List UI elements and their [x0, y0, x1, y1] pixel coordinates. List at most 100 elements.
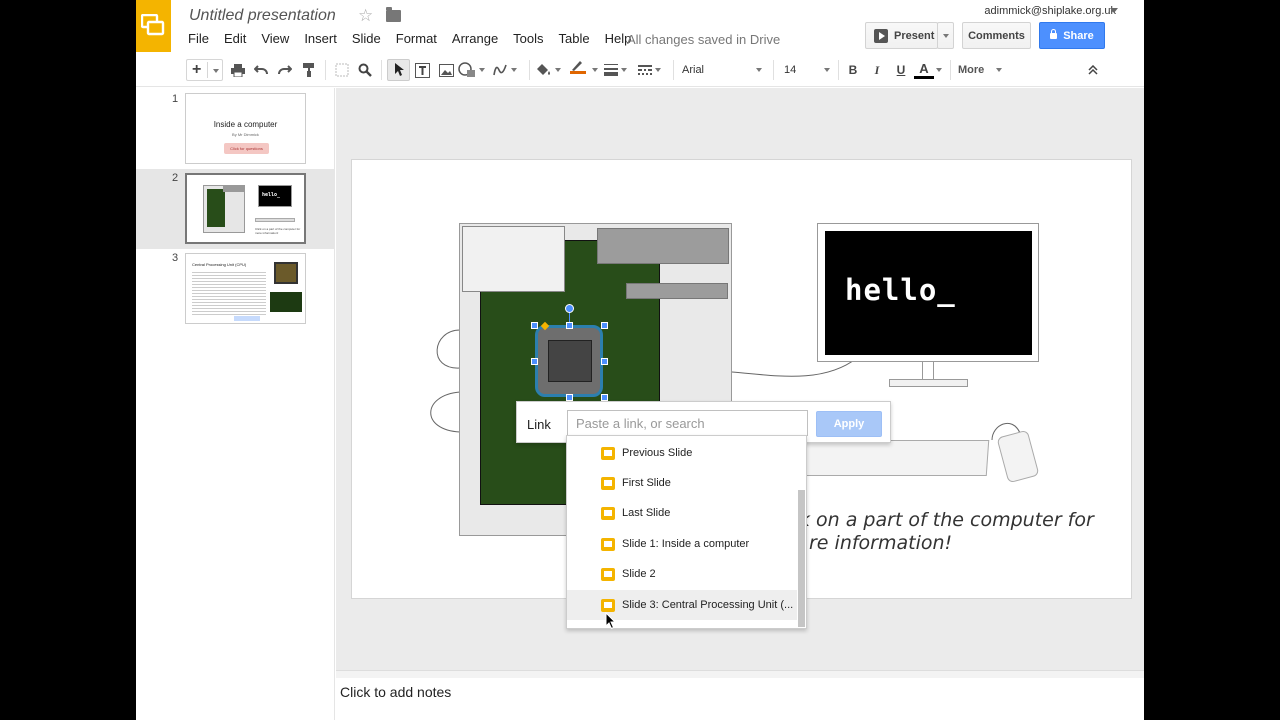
monitor-neck — [922, 362, 934, 380]
save-status: All changes saved in Drive — [627, 32, 781, 47]
border-dash-icon[interactable] — [638, 59, 668, 81]
notes-resize-handle[interactable] — [336, 670, 1144, 678]
font-size-select[interactable]: 14 — [784, 59, 830, 81]
slide-thumbnail-1[interactable]: Inside a computer By Mr Dimmick Click fo… — [185, 93, 306, 164]
chevron-down-icon — [824, 68, 830, 72]
link-input[interactable] — [567, 410, 808, 436]
suggestion-previous-slide[interactable]: Previous Slide — [567, 438, 797, 468]
menu-slide[interactable]: Slide — [352, 31, 381, 46]
underline-button[interactable]: U — [891, 59, 911, 81]
star-icon[interactable]: ☆ — [358, 6, 373, 26]
text-box-icon[interactable] — [412, 59, 432, 81]
slides-logo-icon[interactable] — [136, 0, 171, 52]
undo-icon[interactable] — [251, 59, 271, 81]
menu-view[interactable]: View — [261, 31, 289, 46]
suggestion-first-slide[interactable]: First Slide — [567, 468, 797, 498]
more-label: More — [958, 64, 985, 76]
collapse-toolbar-icon[interactable] — [1084, 59, 1102, 81]
menu-file[interactable]: File — [188, 31, 209, 46]
present-button[interactable]: Present — [865, 22, 938, 49]
apply-button[interactable]: Apply — [816, 411, 882, 437]
chevron-down-icon — [936, 68, 942, 72]
slide-number: 3 — [172, 252, 179, 264]
resize-handle[interactable] — [566, 322, 573, 329]
font-size: 14 — [784, 64, 797, 76]
border-color-icon[interactable] — [570, 59, 600, 81]
menu-insert[interactable]: Insert — [304, 31, 337, 46]
suggestion-slide-3[interactable]: Slide 3: Central Processing Unit (... — [567, 590, 797, 620]
redo-icon[interactable] — [275, 59, 295, 81]
select-cursor-icon[interactable] — [387, 59, 410, 81]
bold-button[interactable]: B — [843, 59, 863, 81]
slide-thumbnail-3[interactable]: Central Processing Unit (CPU) — [185, 253, 306, 324]
shape-icon[interactable] — [458, 59, 488, 81]
slide-number: 1 — [172, 93, 179, 105]
resize-handle[interactable] — [601, 394, 608, 401]
resize-handle[interactable] — [601, 322, 608, 329]
slide-icon — [601, 447, 615, 460]
zoom-icon[interactable] — [355, 59, 375, 81]
chevron-down-icon — [592, 68, 598, 72]
ram-slot[interactable] — [597, 228, 729, 264]
dropdown-scrollbar[interactable] — [797, 436, 806, 628]
more-button[interactable]: More — [958, 59, 1002, 81]
fill-color-icon[interactable] — [536, 59, 566, 81]
menu-tools[interactable]: Tools — [513, 31, 543, 46]
comments-button[interactable]: Comments — [962, 22, 1031, 49]
dropdown-scroll-thumb[interactable] — [798, 490, 805, 627]
image-icon[interactable] — [436, 59, 456, 81]
speaker-notes[interactable]: Click to add notes — [340, 684, 451, 700]
document-title[interactable]: Untitled presentation — [189, 7, 336, 25]
present-dropdown-button[interactable] — [937, 22, 954, 49]
slide-icon — [601, 568, 615, 581]
screen-text: hello_ — [845, 273, 956, 307]
slide-hint-text[interactable]: k on a part of the computer for re infor… — [799, 509, 1099, 555]
power-supply-block[interactable] — [462, 226, 565, 292]
share-button[interactable]: Share — [1039, 22, 1105, 49]
resize-handle[interactable] — [566, 394, 573, 401]
lock-icon — [1050, 28, 1058, 39]
italic-button[interactable]: I — [867, 59, 887, 81]
menu-table[interactable]: Table — [559, 31, 590, 46]
thumb-screen-text: hello_ — [262, 192, 281, 198]
suggestion-slide-1[interactable]: Slide 1: Inside a computer — [567, 529, 797, 559]
font-select[interactable]: Arial — [682, 59, 762, 81]
plus-icon: + — [192, 61, 202, 78]
paint-format-icon[interactable] — [299, 59, 319, 81]
font-name: Arial — [682, 64, 705, 76]
select-frame-icon[interactable] — [332, 59, 352, 81]
resize-handle[interactable] — [601, 358, 608, 365]
cpu-image[interactable] — [535, 325, 603, 397]
resize-handle[interactable] — [531, 358, 538, 365]
text-color-button[interactable]: A — [914, 59, 944, 81]
resize-handle[interactable] — [531, 322, 538, 329]
chevron-down-icon — [756, 68, 762, 72]
suggestion-slide-2[interactable]: Slide 2 — [567, 559, 797, 589]
monitor-screen: hello_ — [825, 231, 1032, 355]
rotate-handle[interactable] — [565, 304, 574, 313]
account-caret-icon[interactable] — [1110, 8, 1118, 13]
expansion-slot[interactable] — [626, 283, 728, 299]
slide-filmstrip: 1 Inside a computer By Mr Dimmick Click … — [136, 88, 335, 720]
keyboard-image[interactable] — [800, 440, 990, 476]
new-slide-button[interactable]: + — [186, 59, 223, 81]
cpu-core — [548, 340, 592, 382]
present-label: Present — [894, 29, 935, 42]
line-icon[interactable] — [492, 59, 522, 81]
thumb-subtitle: By Mr Dimmick — [232, 132, 259, 137]
slide-thumbnail-2[interactable]: hello_ Click on a part of the computer f… — [185, 173, 306, 244]
monitor-image[interactable]: hello_ — [817, 223, 1039, 362]
play-icon — [874, 28, 888, 43]
menu-arrange[interactable]: Arrange — [452, 31, 498, 46]
link-label: Link — [527, 417, 551, 432]
border-weight-icon[interactable] — [604, 59, 634, 81]
folder-icon[interactable] — [386, 7, 401, 22]
print-icon[interactable] — [228, 59, 248, 81]
suggestion-last-slide[interactable]: Last Slide — [567, 498, 797, 528]
thumb-caption: Click on a part of the computer for more… — [255, 227, 301, 235]
menu-edit[interactable]: Edit — [224, 31, 246, 46]
link-suggestions-dropdown: Previous Slide First Slide Last Slide Sl… — [566, 435, 807, 629]
slide-icon — [601, 507, 615, 520]
account-email[interactable]: adimmick@shiplake.org.uk — [984, 5, 1116, 17]
menu-format[interactable]: Format — [396, 31, 437, 46]
